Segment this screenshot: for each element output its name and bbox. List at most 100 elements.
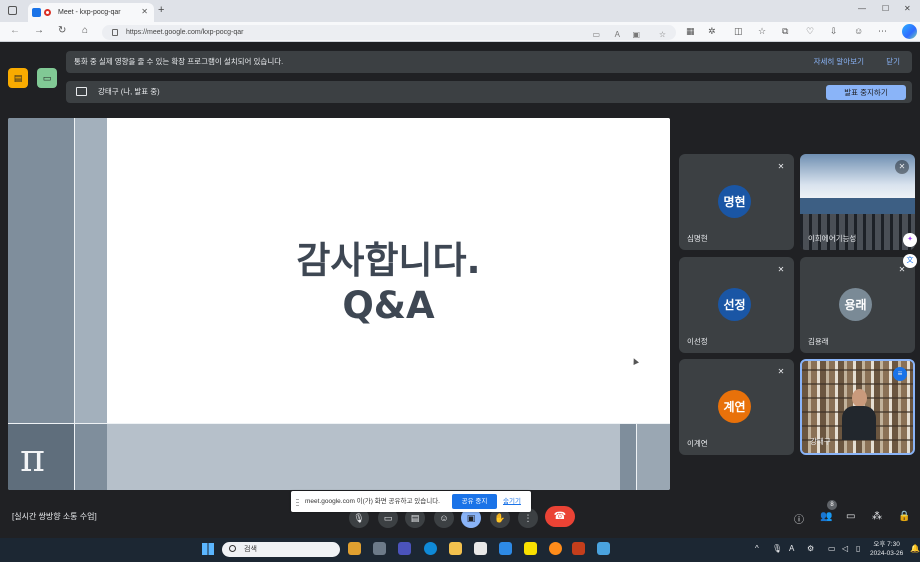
meet-favicon-icon bbox=[32, 8, 41, 17]
tab-title: Meet - kxp-pocg-qar bbox=[58, 9, 121, 16]
mail-icon[interactable] bbox=[499, 542, 512, 555]
notepad-icon[interactable] bbox=[597, 542, 610, 555]
network-icon[interactable]: ▭ bbox=[828, 544, 836, 553]
address-bar[interactable]: https://meet.google.com/kxp-pocg-qar ▭ A… bbox=[102, 25, 676, 40]
learn-more-link[interactable]: 자세히 알아보기 bbox=[814, 51, 864, 73]
system-clock[interactable]: 오후 7:30 2024-03-26 bbox=[870, 540, 903, 558]
notifications-icon[interactable]: 🔔 bbox=[910, 544, 920, 553]
share-notice-text: meet.google.com 이(가) 화면 공유하고 있습니다. bbox=[305, 498, 440, 505]
pi-symbol: π bbox=[20, 436, 45, 480]
read-aloud-icon[interactable]: A bbox=[615, 27, 620, 42]
activities-icon[interactable]: ⁂ bbox=[872, 511, 882, 522]
url-text: https://meet.google.com/kxp-pocg-qar bbox=[126, 29, 244, 36]
browser-tab-bar: Meet - kxp-pocg-qar ✕ + — ☐ ✕ bbox=[0, 0, 920, 22]
presenting-label: 강태구 (나, 발표 중) bbox=[98, 87, 160, 96]
person-body bbox=[842, 406, 876, 440]
meeting-info-icon[interactable]: ⓘ bbox=[794, 511, 804, 526]
person-head bbox=[852, 389, 867, 407]
participant-avatar: 명현 bbox=[718, 185, 751, 218]
participant-name: 심명현 bbox=[687, 234, 708, 243]
slide-bottom-band bbox=[74, 423, 107, 490]
browser-tab[interactable]: Meet - kxp-pocg-qar ✕ bbox=[28, 3, 154, 22]
slide-title: 감사합니다. Q&A bbox=[107, 238, 670, 328]
drag-handle-icon[interactable] bbox=[296, 497, 299, 506]
downloads-icon[interactable]: ⇩ bbox=[830, 26, 838, 37]
camera-permission-icon[interactable]: ▭ bbox=[592, 27, 600, 42]
edge-icon[interactable] bbox=[424, 542, 437, 555]
hide-notice-link[interactable]: 숨기기 bbox=[503, 491, 521, 512]
participant-name: 이희에어기능성 bbox=[808, 234, 857, 243]
forward-icon[interactable]: → bbox=[34, 25, 44, 36]
leave-call-button[interactable]: ☎ bbox=[545, 506, 575, 527]
slide-title-line1: 감사합니다. bbox=[296, 239, 481, 282]
extension-icon-yellow[interactable]: ▤ bbox=[8, 68, 28, 88]
participant-name: 이선정 bbox=[687, 337, 708, 346]
collections-icon[interactable]: ⧉ bbox=[782, 26, 788, 37]
kakaotalk-icon[interactable] bbox=[524, 542, 537, 555]
store-icon[interactable] bbox=[474, 542, 487, 555]
presenting-banner: 강태구 (나, 발표 중) 발표 중지하기 bbox=[66, 81, 912, 103]
slide-bottom-strip bbox=[107, 423, 620, 490]
powerpoint-icon[interactable] bbox=[572, 542, 585, 555]
participant-tile[interactable]: ✕ 이희에어기능성 bbox=[800, 154, 915, 250]
more-menu-icon[interactable]: ⋯ bbox=[878, 26, 887, 37]
extensions-grid-icon[interactable]: ▦ bbox=[686, 26, 695, 37]
close-window-icon[interactable]: ✕ bbox=[904, 4, 911, 13]
browser-essentials-icon[interactable]: ♡ bbox=[806, 26, 814, 37]
slide-bottom-right-panel bbox=[636, 423, 670, 490]
file-explorer-icon[interactable] bbox=[449, 542, 462, 555]
maximize-icon[interactable]: ☐ bbox=[882, 4, 889, 13]
copilot-icon[interactable] bbox=[902, 24, 917, 39]
people-icon[interactable]: 👥 bbox=[820, 511, 832, 522]
battery-icon[interactable]: ▯ bbox=[856, 544, 860, 553]
mic-tray-icon[interactable]: 🎙 bbox=[772, 544, 782, 553]
lock-icon bbox=[112, 29, 118, 36]
participant-tile[interactable]: 선정 ✕ 이선정 bbox=[679, 257, 794, 353]
tray-overflow-icon[interactable]: ^ bbox=[755, 544, 759, 553]
stop-presenting-button[interactable]: 발표 중지하기 bbox=[826, 85, 906, 100]
presentation-slide: π 감사합니다. Q&A bbox=[8, 118, 670, 490]
participant-tile[interactable]: 용래 ✕ 김용래 bbox=[800, 257, 915, 353]
minimize-icon[interactable]: — bbox=[858, 4, 866, 13]
search-icon bbox=[229, 545, 236, 552]
volume-icon[interactable]: ◁ bbox=[842, 544, 848, 553]
favorite-star-icon[interactable]: ☆ bbox=[659, 27, 666, 42]
participant-tile[interactable]: 계연 ✕ 이계연 bbox=[679, 359, 794, 455]
teams-icon[interactable] bbox=[398, 542, 411, 555]
split-screen-icon[interactable]: ◫ bbox=[734, 26, 743, 37]
host-controls-icon[interactable]: 🔒 bbox=[898, 511, 910, 522]
participant-tile-self[interactable]: ≡ 강태구 bbox=[800, 359, 915, 455]
sea-railing bbox=[800, 213, 915, 250]
settings-tray-icon[interactable]: ⚙ bbox=[807, 544, 814, 553]
back-icon[interactable]: ← bbox=[10, 25, 20, 36]
tab-actions-icon[interactable] bbox=[8, 6, 17, 15]
search-app-icon[interactable] bbox=[549, 542, 562, 555]
home-icon[interactable]: ⌂ bbox=[82, 25, 88, 36]
widgets-icon[interactable] bbox=[348, 542, 361, 555]
extension-warning-banner: 통화 중 실제 영향을 줄 수 있는 확장 프로그램이 설치되어 있습니다. 자… bbox=[66, 51, 912, 73]
refresh-icon[interactable]: ↻ bbox=[58, 25, 66, 36]
banner-close-button[interactable]: 닫기 bbox=[886, 51, 900, 73]
participant-tile[interactable]: 명현 ✕ 심명현 bbox=[679, 154, 794, 250]
participant-video bbox=[842, 389, 876, 440]
task-view-icon[interactable] bbox=[373, 542, 386, 555]
close-tab-icon[interactable]: ✕ bbox=[141, 7, 148, 16]
windows-start-icon[interactable] bbox=[202, 543, 214, 555]
chat-icon[interactable]: ▭ bbox=[846, 511, 855, 522]
slide-left-panel bbox=[8, 118, 74, 423]
ime-indicator-icon[interactable]: A bbox=[789, 544, 794, 553]
app-available-icon[interactable]: ▣ bbox=[632, 27, 640, 42]
windows-taskbar: 검색 ^ 🎙 A ⚙ ▭ ◁ ▯ 오후 7:30 2024-03-26 🔔 bbox=[0, 538, 920, 562]
participant-name: 강태구 bbox=[810, 437, 831, 446]
favorites-icon[interactable]: ☆ bbox=[758, 26, 766, 37]
taskbar-search[interactable]: 검색 bbox=[222, 542, 340, 557]
profile-icon[interactable]: ☺ bbox=[854, 26, 863, 36]
taskbar-search-placeholder: 검색 bbox=[244, 546, 257, 553]
extension-puzzle-icon[interactable]: ✲ bbox=[708, 26, 716, 37]
translate-icon[interactable]: 文 bbox=[903, 254, 917, 268]
speaking-indicator-icon: ≡ bbox=[893, 367, 907, 381]
side-panel-sparkle-icon[interactable]: ✦ bbox=[903, 233, 917, 247]
extension-icon-green[interactable]: ▭ bbox=[37, 68, 57, 88]
stop-sharing-button[interactable]: 공유 중지 bbox=[452, 494, 497, 509]
new-tab-icon[interactable]: + bbox=[158, 4, 164, 16]
